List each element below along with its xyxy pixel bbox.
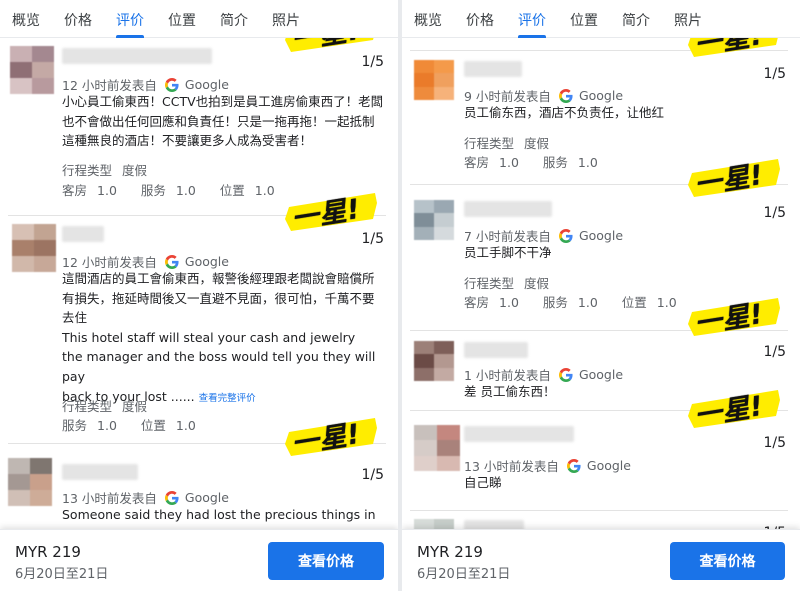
one-star-sticker: 一星! [283,189,379,235]
google-icon [559,89,573,103]
tab-bar: 概览 价格 评价 位置 简介 照片 [402,0,800,38]
date-range: 6月20日至21日 [417,567,511,582]
tab-prices[interactable]: 价格 [64,0,92,38]
one-star-sticker: 一星! [686,386,782,432]
trip-type: 行程类型 度假 [464,276,550,291]
reviewer-avatar[interactable] [414,341,454,381]
reviewer-avatar[interactable] [414,60,454,100]
review-item: 1/5 12 小时前发表自 Google 這間酒店的員工會偷東西，報警後經理跟老… [0,216,398,444]
review-text: 员工偷东西，酒店不负责任，让他红 [464,105,665,120]
reviewer-avatar[interactable] [414,425,460,471]
right-screenshot-panel: 概览 价格 评价 位置 简介 照片 1/5 9 小时前发表自 Google 员工… [402,0,800,591]
tab-overview[interactable]: 概览 [414,0,442,38]
left-screenshot-panel: 概览 价格 评价 位置 简介 照片 1/5 12 小时前发表自 Google 小… [0,0,398,591]
booking-bar: MYR 219 6月20日至21日 查看价格 [0,529,398,591]
reviewer-name-redacted [464,426,574,442]
reviewer-avatar[interactable] [10,46,54,94]
booking-bar: MYR 219 6月20日至21日 查看价格 [402,529,800,591]
sub-ratings: 客房 1.0 服务 1.0 [464,155,598,170]
tab-bar: 概览 价格 评价 位置 简介 照片 [0,0,398,38]
read-full-review-link[interactable]: 查看完整评价 [199,393,256,404]
google-icon [165,78,179,92]
tab-prices[interactable]: 价格 [466,0,494,38]
sub-ratings: 服务 1.0 位置 1.0 [62,418,196,433]
review-source: Google [578,88,624,103]
review-score: 1/5 [763,66,786,82]
tab-location[interactable]: 位置 [168,0,196,38]
trip-type: 行程类型 度假 [464,136,550,151]
review-source: Google [578,228,624,243]
sub-ratings: 客房 1.0 服务 1.0 位置 1.0 [464,295,677,310]
price: MYR 219 [15,543,81,561]
reviewer-avatar[interactable] [8,458,52,506]
google-icon [567,459,581,473]
review-score: 1/5 [763,205,786,221]
review-score: 1/5 [763,435,786,451]
reviewer-name-redacted [464,342,528,358]
one-star-sticker: 一星! [686,155,782,201]
price: MYR 219 [417,543,483,561]
reviewer-name-redacted [62,226,104,242]
google-icon [165,255,179,269]
view-prices-button[interactable]: 查看价格 [670,542,785,580]
tab-overview[interactable]: 概览 [12,0,40,38]
tab-reviews[interactable]: 评价 [518,0,546,38]
tab-about[interactable]: 简介 [622,0,650,38]
reviewer-name-redacted [464,61,522,77]
trip-type: 行程类型 度假 [62,399,148,414]
google-icon [559,368,573,382]
tab-location[interactable]: 位置 [570,0,598,38]
tab-reviews[interactable]: 评价 [116,0,144,38]
trip-type: 行程类型 度假 [62,163,148,178]
review-source: Google [184,254,229,269]
review-text: 小心員工偷東西！CCTV也拍到是員工進房偷東西了！老闆 也不會做出任何回應和負責… [62,94,384,149]
review-text: 员工手脚不干净 [464,245,552,260]
tab-about[interactable]: 简介 [220,0,248,38]
google-icon [165,491,179,505]
view-prices-button[interactable]: 查看价格 [268,542,384,580]
one-star-sticker: 一星! [283,414,379,460]
one-star-sticker: 一星! [686,294,782,340]
reviewer-name-redacted [62,464,138,480]
reviewer-name-redacted [464,201,552,217]
review-text: 這間酒店的員工會偷東西，報警後經理跟老闆說會賠償所 有損失，拖延時間後又一直避不… [62,271,376,404]
reviewer-avatar[interactable] [12,224,56,272]
review-score: 1/5 [361,467,384,483]
reviewer-name-redacted [62,48,212,64]
review-source: Google [578,367,624,382]
review-source: Google [184,77,229,92]
google-icon [559,229,573,243]
tab-photos[interactable]: 照片 [674,0,702,38]
reviewer-avatar[interactable] [414,200,454,240]
sub-ratings: 客房 1.0 服务 1.0 位置 1.0 [62,183,275,198]
review-score: 1/5 [763,344,786,360]
review-text: 自己睇 [464,475,502,490]
date-range: 6月20日至21日 [15,567,109,582]
review-score: 1/5 [361,54,384,70]
review-source: Google [184,490,229,505]
tab-photos[interactable]: 照片 [272,0,300,38]
review-source: Google [586,458,631,473]
